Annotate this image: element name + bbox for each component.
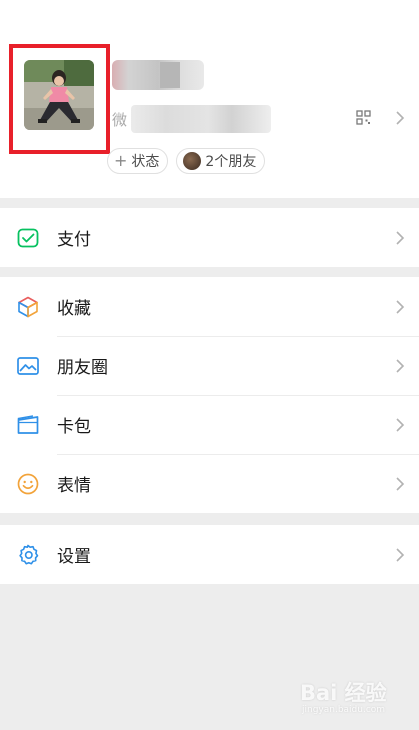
menu-label-favorites: 收藏	[57, 299, 91, 319]
status-label: 状态	[131, 154, 160, 170]
smiley-icon	[17, 473, 39, 494]
menu-label-moments: 朋友圈	[57, 358, 108, 378]
cube-icon	[18, 296, 38, 317]
wxid-row[interactable]: 微	[112, 104, 272, 134]
highlight-box	[9, 44, 110, 154]
menu-label-settings: 设置	[57, 547, 91, 567]
gear-icon	[19, 544, 39, 564]
chevron-right-icon	[396, 476, 405, 491]
landscape-image-icon	[17, 356, 39, 375]
watermark-url: jingyan.baidu.com	[302, 705, 386, 715]
menu-item-favorites[interactable]: 收藏	[0, 277, 419, 336]
chevron-right-icon	[396, 547, 405, 562]
status-button[interactable]: + 状态	[107, 148, 169, 174]
nickname-blurred	[112, 60, 204, 90]
chevron-right-icon	[396, 358, 405, 373]
plus-icon: +	[114, 151, 128, 170]
wxid-label: 微	[112, 110, 128, 129]
menu-label-cards: 卡包	[57, 417, 91, 437]
wxid-blurred	[131, 105, 272, 133]
menu-label-stickers: 表情	[57, 476, 91, 496]
profile-header[interactable]: 微 + 状态 2个朋友	[0, 0, 419, 198]
menu-group-settings: 设置	[0, 525, 419, 584]
chevron-right-icon	[396, 299, 405, 314]
baidu-jingyan-watermark: Bai 经验 jingyan.baidu.com	[300, 677, 387, 715]
card-icon	[17, 414, 39, 434]
friends-label: 2个朋友	[205, 154, 257, 170]
pay-check-icon	[17, 228, 39, 247]
menu-item-cards[interactable]: 卡包	[0, 395, 419, 454]
friends-button[interactable]: 2个朋友	[176, 148, 266, 174]
friend-avatar-icon	[183, 152, 202, 170]
chevron-right-icon	[396, 230, 405, 245]
menu-group-pay: 支付	[0, 208, 419, 267]
chevron-right-icon	[396, 417, 405, 432]
chevron-right-icon	[396, 111, 405, 125]
menu-item-pay[interactable]: 支付	[0, 208, 419, 267]
qr-code-icon[interactable]	[356, 110, 371, 125]
watermark-brand: Bai 经验	[300, 681, 387, 705]
menu-group-main: 收藏 朋友圈 卡包 表情	[0, 277, 419, 513]
menu-item-moments[interactable]: 朋友圈	[0, 336, 419, 395]
menu-label-pay: 支付	[57, 230, 91, 250]
menu-item-settings[interactable]: 设置	[0, 525, 419, 584]
menu-item-stickers[interactable]: 表情	[0, 454, 419, 513]
